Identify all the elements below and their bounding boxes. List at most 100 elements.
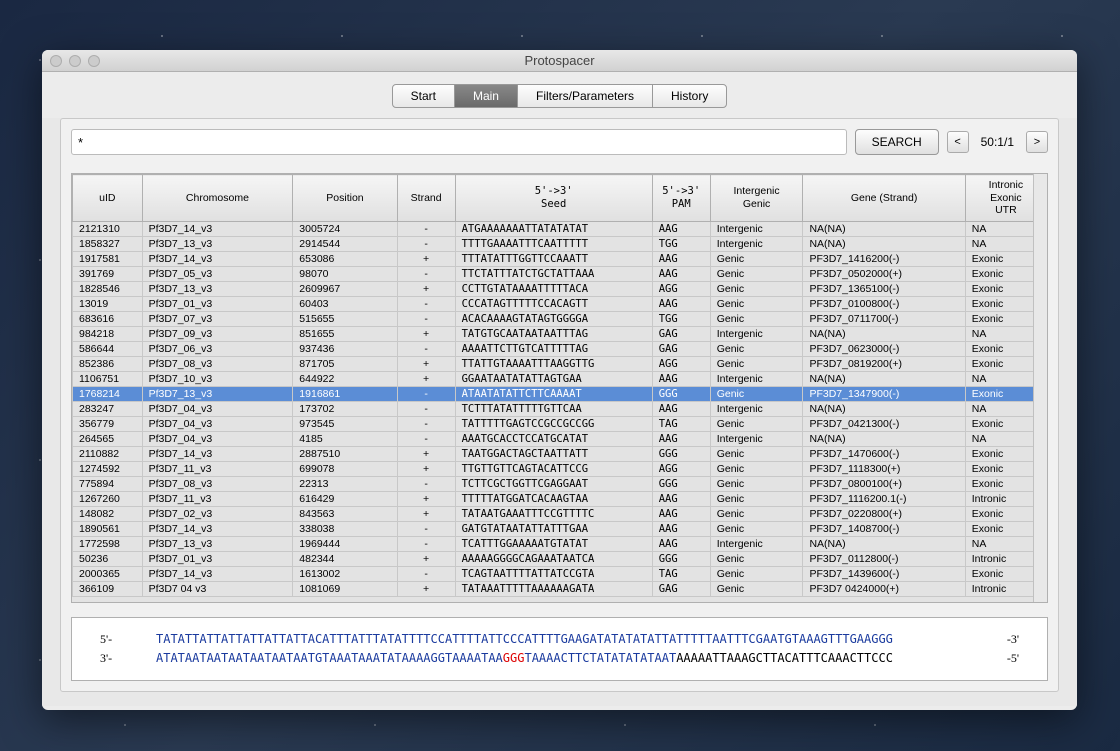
table-row[interactable]: 264565Pf3D7_04_v34185-AAATGCACCTCCATGCAT…	[73, 431, 1047, 446]
table-cell: +	[397, 446, 455, 461]
tab-start[interactable]: Start	[393, 85, 455, 107]
tab-main[interactable]: Main	[455, 85, 518, 107]
table-cell: TTTTGAAAATTTCAATTTTT	[455, 236, 652, 251]
table-cell: NA(NA)	[803, 401, 965, 416]
tab-bar: Start Main Filters/Parameters History	[42, 72, 1077, 118]
table-cell: Pf3D7_06_v3	[142, 341, 293, 356]
table-cell: TCAGTAATTTTATTATCCGTA	[455, 566, 652, 581]
table-cell: Genic	[710, 266, 803, 281]
tab-history[interactable]: History	[653, 85, 726, 107]
table-cell: GAG	[652, 326, 710, 341]
table-row[interactable]: 1917581Pf3D7_14_v3653086+TTTATATTTGGTTCC…	[73, 251, 1047, 266]
table-cell: NA(NA)	[803, 536, 965, 551]
column-header[interactable]: IntergenicGenic	[710, 175, 803, 222]
table-cell: PF3D7_1118300(+)	[803, 461, 965, 476]
table-row[interactable]: 1267260Pf3D7_11_v3616429+TTTTTATGGATCACA…	[73, 491, 1047, 506]
table-row[interactable]: 2000365Pf3D7_14_v31613002-TCAGTAATTTTATT…	[73, 566, 1047, 581]
table-row[interactable]: 586644Pf3D7_06_v3937436-AAAATTCTTGTCATTT…	[73, 341, 1047, 356]
table-cell: TGG	[652, 311, 710, 326]
table-cell: TCTTCGCTGGTTCGAGGAAT	[455, 476, 652, 491]
table-cell: +	[397, 491, 455, 506]
sequence-panel: 5'- TATATTATTATTATTATTATTACATTTATTTATATT…	[71, 617, 1048, 681]
table-cell: Genic	[710, 356, 803, 371]
results-table: uIDChromosomePositionStrand5'->3'Seed5'-…	[72, 174, 1047, 597]
table-cell: GATGTATAATATTATTTGAA	[455, 521, 652, 536]
table-cell: 356779	[73, 416, 143, 431]
table-cell: TTTTTATGGATCACAAGTAA	[455, 491, 652, 506]
window-title: Protospacer	[42, 53, 1077, 68]
table-row[interactable]: 366109Pf3D7 04 v31081069+TATAAATTTTTAAAA…	[73, 581, 1047, 596]
table-row[interactable]: 2110882Pf3D7_14_v32887510+TAATGGACTAGCTA…	[73, 446, 1047, 461]
table-scrollbar[interactable]	[1033, 174, 1047, 602]
table-cell: Genic	[710, 386, 803, 401]
column-header[interactable]: 5'->3'PAM	[652, 175, 710, 222]
table-cell: 586644	[73, 341, 143, 356]
content-area: SEARCH < 50:1/1 > uIDChromosomePositionS…	[42, 118, 1077, 706]
table-row[interactable]: 1768214Pf3D7_13_v31916861-ATAATATATTCTTC…	[73, 386, 1047, 401]
column-header[interactable]: Position	[293, 175, 397, 222]
table-cell: AAATGCACCTCCATGCATAT	[455, 431, 652, 446]
table-cell: Pf3D7_08_v3	[142, 356, 293, 371]
app-window: Protospacer Start Main Filters/Parameter…	[42, 50, 1077, 710]
table-cell: 1969444	[293, 536, 397, 551]
table-cell: Pf3D7_08_v3	[142, 476, 293, 491]
table-cell: Genic	[710, 251, 803, 266]
table-cell: AAG	[652, 431, 710, 446]
table-cell: 482344	[293, 551, 397, 566]
table-cell: GGAATAATATATTAGTGAA	[455, 371, 652, 386]
table-row[interactable]: 13019Pf3D7_01_v360403-CCCATAGTTTTTCCACAG…	[73, 296, 1047, 311]
table-cell: 366109	[73, 581, 143, 596]
table-cell: TTTATATTTGGTTCCAAATT	[455, 251, 652, 266]
table-cell: AAG	[652, 221, 710, 236]
table-cell: -	[397, 521, 455, 536]
table-cell: -	[397, 431, 455, 446]
table-cell: TTCTATTTATCTGCTATTAAA	[455, 266, 652, 281]
table-row[interactable]: 984218Pf3D7_09_v3851655+TATGTGCAATAATAAT…	[73, 326, 1047, 341]
table-row[interactable]: 1828546Pf3D7_13_v32609967+CCTTGTATAAAATT…	[73, 281, 1047, 296]
table-cell: PF3D7 0424000(+)	[803, 581, 965, 596]
table-cell: Genic	[710, 521, 803, 536]
table-row[interactable]: 1772598Pf3D7_13_v31969444-TCATTTGGAAAAAT…	[73, 536, 1047, 551]
table-cell: 148082	[73, 506, 143, 521]
table-row[interactable]: 391769Pf3D7_05_v398070-TTCTATTTATCTGCTAT…	[73, 266, 1047, 281]
column-header[interactable]: uID	[73, 175, 143, 222]
table-row[interactable]: 775894Pf3D7_08_v322313-TCTTCGCTGGTTCGAGG…	[73, 476, 1047, 491]
table-cell: 2121310	[73, 221, 143, 236]
column-header[interactable]: 5'->3'Seed	[455, 175, 652, 222]
table-cell: Pf3D7_10_v3	[142, 371, 293, 386]
table-cell: Pf3D7_05_v3	[142, 266, 293, 281]
table-row[interactable]: 1890561Pf3D7_14_v3338038-GATGTATAATATTAT…	[73, 521, 1047, 536]
table-row[interactable]: 1106751Pf3D7_10_v3644922+GGAATAATATATTAG…	[73, 371, 1047, 386]
table-cell: Intergenic	[710, 236, 803, 251]
table-row[interactable]: 2121310Pf3D7_14_v33005724-ATGAAAAAAATTAT…	[73, 221, 1047, 236]
table-cell: GGG	[652, 446, 710, 461]
table-cell: Pf3D7_01_v3	[142, 296, 293, 311]
table-cell: TGG	[652, 236, 710, 251]
next-page-button[interactable]: >	[1026, 131, 1048, 153]
column-header[interactable]: Strand	[397, 175, 455, 222]
table-row[interactable]: 683616Pf3D7_07_v3515655-ACACAAAAGTATAGTG…	[73, 311, 1047, 326]
table-cell: AAG	[652, 536, 710, 551]
table-cell: GAG	[652, 341, 710, 356]
table-row[interactable]: 852386Pf3D7_08_v3871705+TTATTGTAAAATTTAA…	[73, 356, 1047, 371]
search-button[interactable]: SEARCH	[855, 129, 939, 155]
table-cell: TATTTTTGAGTCCGCCGCCGG	[455, 416, 652, 431]
table-cell: 871705	[293, 356, 397, 371]
prev-page-button[interactable]: <	[947, 131, 969, 153]
table-row[interactable]: 50236Pf3D7_01_v3482344+AAAAAGGGGCAGAAATA…	[73, 551, 1047, 566]
table-cell: Genic	[710, 491, 803, 506]
column-header[interactable]: Gene (Strand)	[803, 175, 965, 222]
tab-filters[interactable]: Filters/Parameters	[518, 85, 653, 107]
table-cell: Intergenic	[710, 221, 803, 236]
table-row[interactable]: 283247Pf3D7_04_v3173702-TCTTTATATTTTTGTT…	[73, 401, 1047, 416]
column-header[interactable]: Chromosome	[142, 175, 293, 222]
table-row[interactable]: 356779Pf3D7_04_v3973545-TATTTTTGAGTCCGCC…	[73, 416, 1047, 431]
search-input[interactable]	[71, 129, 847, 155]
table-row[interactable]: 1274592Pf3D7_11_v3699078+TTGTTGTTCAGTACA…	[73, 461, 1047, 476]
table-cell: 1106751	[73, 371, 143, 386]
table-row[interactable]: 1858327Pf3D7_13_v32914544-TTTTGAAAATTTCA…	[73, 236, 1047, 251]
segmented-control: Start Main Filters/Parameters History	[392, 84, 728, 108]
table-cell: Pf3D7_14_v3	[142, 566, 293, 581]
table-cell: 50236	[73, 551, 143, 566]
table-row[interactable]: 148082Pf3D7_02_v3843563+TATAATGAAATTTCCG…	[73, 506, 1047, 521]
